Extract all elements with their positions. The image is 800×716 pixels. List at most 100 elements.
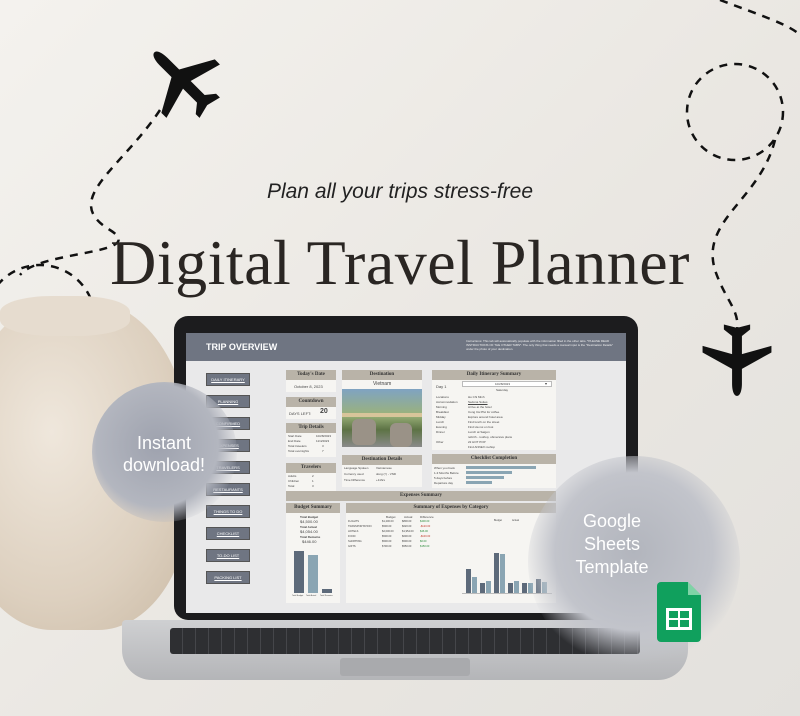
traveler-value: 2 [312,474,314,478]
category-diff: $0.00 [420,540,427,543]
itinerary-row-value: rebirth - rooftop, ubmersive plans [468,435,513,439]
laptop-trackpad [340,658,470,676]
category-actual: $620.00 [402,525,412,528]
budget-bar-remains [322,589,332,593]
itinerary-row-label: Locations [436,395,449,399]
itinerary-row-value: Ho Chi Minh [468,395,485,399]
photo-stone-hand [390,423,412,447]
destination-header: Destination [342,370,422,380]
chart-bar-budget [466,569,471,593]
itinerary-row-value: 22 HOT POP [468,440,486,444]
col-actual: Actual [404,515,413,519]
destination-details-header: Destination Details [342,455,422,465]
col-difference: Difference [420,515,434,519]
trip-detail-value: 3 [322,444,324,448]
trip-detail-label: Total travelers [288,444,307,448]
travelers-card: Adults 2 Children 1 Total 3 [286,473,336,491]
chart-legend-actual: Actual [512,519,519,522]
checklist-card: When you book 1-3 Months Before 5 days b… [432,464,556,488]
chart-bar-actual [500,554,505,593]
destination-detail-value: +11hrs [376,478,386,482]
todays-date-header: Today's Date [286,370,336,380]
budget-bar-label: Total Actual [306,595,317,597]
itinerary-row-label: Lunch [436,420,445,424]
chart-legend-budget: Budget [494,519,502,522]
budget-bar-total [294,551,304,593]
chart-bar-budget [494,553,499,593]
category-label: HOTELS [348,530,359,533]
trip-detail-value: 7 [322,449,324,453]
category-actual: $1,954.00 [402,530,414,533]
itinerary-date-select[interactable]: 10/28/2023 ▾ [462,381,552,387]
destination-card: Vietnam [342,380,422,389]
destination-value: Vietnam [373,381,392,387]
itinerary-row-value: Find lunch on the street [468,420,500,424]
itinerary-row-label: Evening [436,425,447,429]
chart-bar-actual [472,577,477,593]
itinerary-row-label: Dinner [436,430,445,434]
category-actual: $500.00 [402,540,412,543]
itinerary-day: Day 1 [436,384,447,389]
airplane-icon [702,324,772,396]
category-diff: $400.00 [420,520,430,523]
itinerary-row-label: Breakfast [436,410,449,414]
category-budget: $2,000.00 [382,530,394,533]
itinerary-weekday: Saturday [496,388,509,392]
category-label: GIFTS [348,545,356,548]
nav-packing-list[interactable]: PACKING LIST [206,571,250,584]
itinerary-row-value: Find Ha noi on foot [468,425,494,429]
traveler-label: Adults [288,474,297,478]
google-sheets-text: Google Sheets Template [575,511,649,577]
page-title: Digital Travel Planner [110,227,690,298]
nav-checklist[interactable]: CHECKLIST [206,527,250,540]
expenses-by-category-card: Budget Actual Difference FLIGHTS $1,200.… [346,513,556,603]
chart-bar-actual [514,581,519,593]
chart-bar-budget [480,583,485,593]
itinerary-row-label: Midday [436,415,446,419]
destination-detail-value: Vietnamese [376,466,392,470]
traveler-value: 1 [312,479,314,483]
category-budget: $1,200.00 [382,520,394,523]
category-label: TRANSPORTATION [348,525,372,528]
checklist-progress-bar [466,476,504,479]
category-diff: -$120.00 [420,525,431,528]
checklist-label: When you book [434,466,455,470]
nav-to-do-list[interactable]: TO-DO LIST [206,549,250,562]
category-label: FOOD [348,535,356,538]
category-label: FLIGHTS [348,520,359,523]
airplane-icon [153,51,220,118]
budget-summary-header: Budget Summary [286,503,340,513]
todays-date-card: October 8, 2023 [286,380,336,392]
destination-details-card: Language Spoken Vietnamese Currency used… [342,465,422,487]
checklist-progress-bar [466,481,492,484]
destination-photo [342,389,422,447]
trip-detail-label: Total overnights [288,449,310,453]
total-actual-value: $4,054.00 [300,529,318,534]
category-budget: $500.00 [382,525,392,528]
category-budget: $500.00 [382,540,392,543]
days-left-label: DAYS LEFT: [289,411,312,416]
budget-bar-label: Total Remains [320,595,333,597]
itinerary-row-value: Find ANNEX rooftop [468,445,496,449]
category-diff: $150.00 [420,545,430,548]
traveler-label: Total [288,484,295,488]
traveler-value: 3 [312,484,314,488]
tagline: Plan all your trips stress-free [266,180,534,203]
trip-detail-label: End Date [288,439,301,443]
days-left-value: 20 [320,408,328,415]
nav-daily-itinerary[interactable]: DAILY ITINERARY [206,373,250,386]
checklist-label: 1-3 Months Before [434,471,459,475]
itinerary-row-label: Accommodation [436,400,458,404]
sheet-title: TRIP OVERVIEW [206,342,278,352]
trip-details-header: Trip Details [286,423,336,433]
google-sheets-icon-grid [666,608,692,630]
countdown-header: Countdown [286,397,336,407]
traveler-label: Children [288,479,300,483]
nav-things-to-do[interactable]: THINGS TO DO [206,505,250,518]
trip-detail-value: 10/28/2023 [316,434,332,438]
travelers-header: Travelers [286,463,336,473]
itinerary-row-value: Lunch at Saigon [468,430,490,434]
checklist-progress-bar [466,471,512,474]
itinerary-row-value: Cong Cà Phê for coffee [468,410,500,414]
itinerary-row-value: Explore around hotel area [468,415,503,419]
